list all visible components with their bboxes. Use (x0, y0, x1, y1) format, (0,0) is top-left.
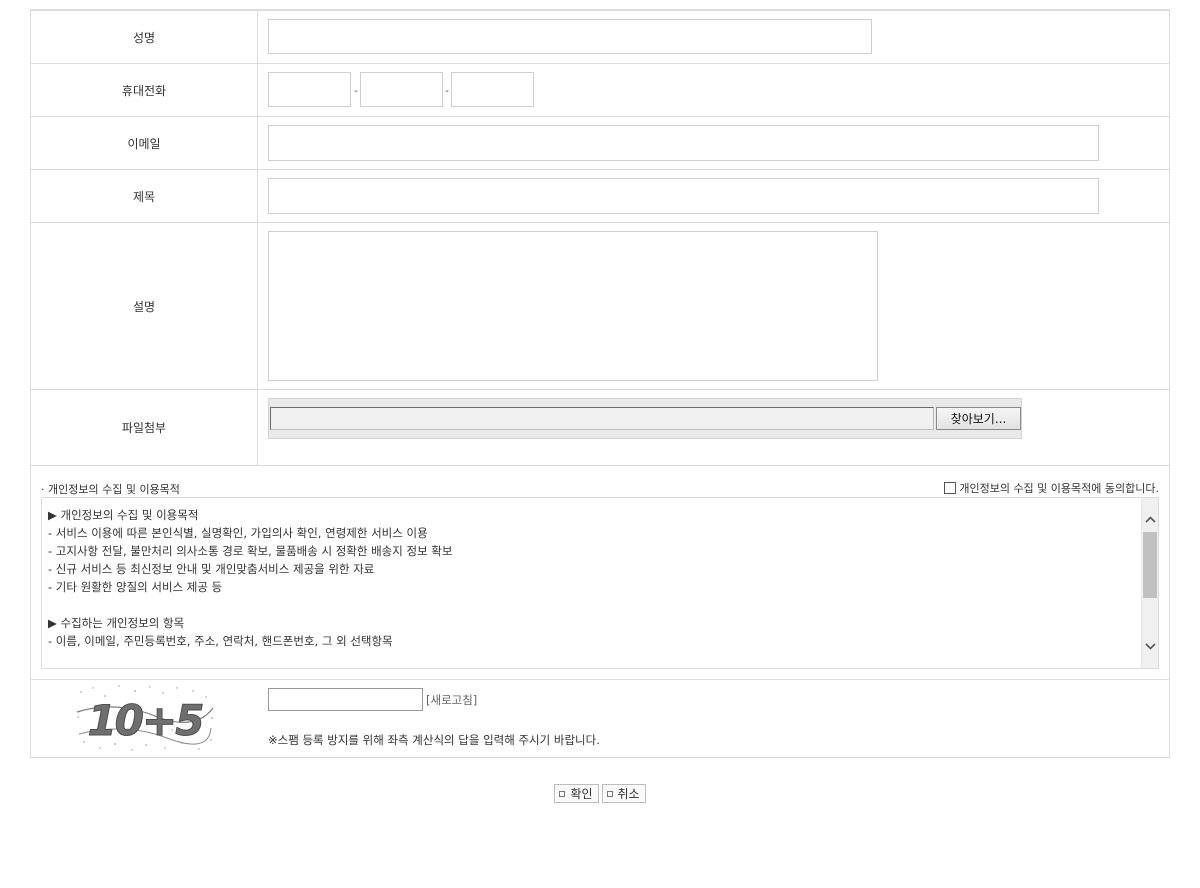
description-label: 설명 (31, 223, 258, 389)
cancel-label: 취소 (617, 787, 640, 801)
privacy-terms-line: ▶ 개인정보의 수집 및 이용목적 (48, 508, 199, 522)
privacy-agree-label: 개인정보의 수집 및 이용목적에 동의합니다. (959, 482, 1159, 495)
chevron-down-icon[interactable] (1142, 638, 1158, 655)
privacy-agree-checkbox[interactable] (944, 482, 957, 494)
phone-separator: - (354, 84, 358, 97)
inquiry-form: 성명 휴대전화 - - 이메일 제목 설명 파일첨부 찾아보기... · 개인정… (30, 9, 1170, 758)
phone-input-1[interactable] (268, 72, 351, 107)
file-row: 파일첨부 찾아보기... (31, 390, 1169, 466)
privacy-section: · 개인정보의 수집 및 이용목적 개인정보의 수집 및 이용목적에 동의합니다… (31, 466, 1169, 679)
phone-label: 휴대전화 (31, 64, 258, 116)
terms-scrollbar[interactable] (1141, 498, 1158, 668)
privacy-agree[interactable]: 개인정보의 수집 및 이용목적에 동의합니다. (944, 480, 1159, 496)
captcha-text: 10+5 (88, 696, 204, 745)
subject-label: 제목 (31, 170, 258, 222)
phone-row: 휴대전화 - - (31, 64, 1169, 117)
name-input[interactable] (268, 19, 872, 54)
captcha-refresh-link[interactable]: [새로고침] (426, 692, 477, 708)
privacy-terms-line: ▶ 수집하는 개인정보의 항목 (48, 616, 185, 630)
description-row: 설명 (31, 223, 1169, 390)
privacy-terms-line (48, 596, 1136, 614)
privacy-terms-line: - 신규 서비스 등 최신정보 안내 및 개인맞춤서비스 제공을 위한 자료 (48, 562, 375, 576)
captcha-image: 10+5 (75, 682, 215, 757)
browse-button[interactable]: 찾아보기... (936, 407, 1021, 430)
phone-input-3[interactable] (451, 72, 534, 107)
file-path-field[interactable] (270, 407, 934, 430)
subject-input[interactable] (268, 178, 1099, 214)
confirm-label: 확인 (570, 787, 593, 801)
privacy-title: · 개인정보의 수집 및 이용목적 (41, 483, 180, 496)
privacy-terms-line: - 고지사항 전달, 불만처리 의사소통 경로 확보, 물품배송 시 정확한 배… (48, 544, 453, 558)
name-label: 성명 (31, 11, 258, 63)
privacy-terms-box[interactable]: ▶ 개인정보의 수집 및 이용목적 - 서비스 이용에 따른 본인식별, 실명확인… (41, 497, 1159, 669)
captcha-section: 10+5 [새로고침] ※스팸 등록 방지를 위해 좌측 계산식의 답을 입력해… (31, 679, 1169, 757)
email-label: 이메일 (31, 117, 258, 169)
cancel-button[interactable]: 취소 (601, 784, 646, 803)
captcha-note: ※스팸 등록 방지를 위해 좌측 계산식의 답을 입력해 주시기 바랍니다. (268, 733, 600, 747)
file-upload: 찾아보기... (268, 398, 1022, 439)
phone-input-2[interactable] (360, 72, 443, 107)
privacy-terms-line: - 서비스 이용에 따른 본인식별, 실명확인, 가입의사 확인, 연령제한 서… (48, 526, 428, 540)
name-row: 성명 (31, 11, 1169, 64)
email-input[interactable] (268, 125, 1099, 161)
phone-separator: - (445, 84, 449, 97)
privacy-terms-line: - 이름, 이메일, 주민등록번호, 주소, 연락처, 핸드폰번호, 그 외 선… (48, 634, 393, 648)
file-label: 파일첨부 (31, 390, 258, 465)
form-buttons: 확인 취소 (0, 784, 1200, 803)
description-textarea[interactable] (268, 231, 878, 381)
subject-row: 제목 (31, 170, 1169, 223)
privacy-terms-text: ▶ 개인정보의 수집 및 이용목적 - 서비스 이용에 따른 본인식별, 실명확인… (48, 506, 1136, 650)
captcha-answer-input[interactable] (268, 688, 423, 711)
square-bullet-icon (559, 790, 566, 797)
email-row: 이메일 (31, 117, 1169, 170)
confirm-button[interactable]: 확인 (554, 784, 599, 803)
scroll-thumb[interactable] (1143, 532, 1157, 598)
square-bullet-icon (606, 790, 613, 797)
privacy-terms-line: - 기타 원활한 양질의 서비스 제공 등 (48, 580, 223, 594)
chevron-up-icon[interactable] (1142, 511, 1158, 528)
